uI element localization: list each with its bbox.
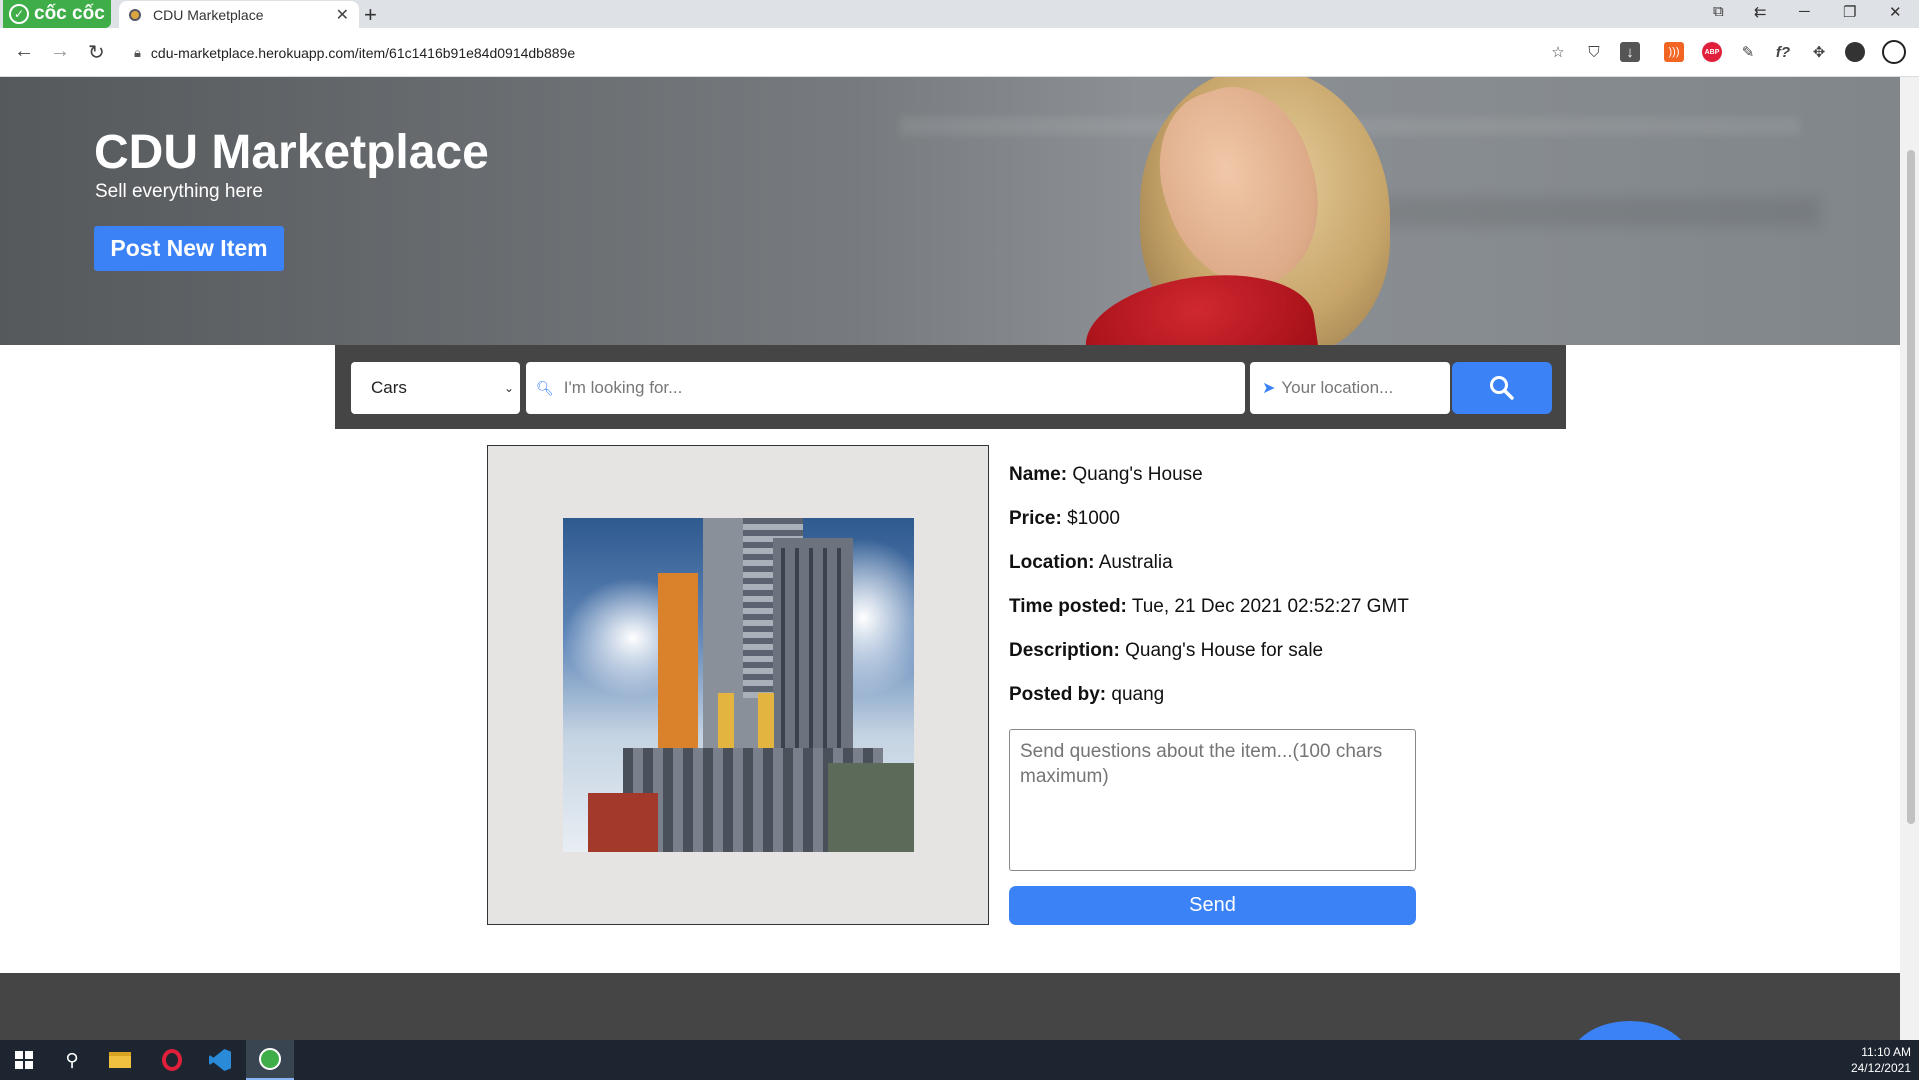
tab-title: CDU Marketplace [153,6,264,23]
location-arrow-icon: ➤ [1262,380,1276,397]
item-details: Name: Quang's House Price: $1000 Locatio… [1009,464,1429,728]
browser-toolbar: ← → ↻ 🔒︎ cdu-marketplace.herokuapp.com/i… [0,28,1919,77]
item-price-value: $1000 [1067,508,1120,529]
location-input-placeholder: Your location... [1281,378,1394,397]
item-price-row: Price: $1000 [1009,508,1429,552]
item-posted-by-label: Posted by: [1009,684,1107,705]
search-input[interactable]: 🔍︎ I'm looking for... [526,362,1245,414]
search-bar: Cars ⌄ 🔍︎ I'm looking for... ➤ Your loca… [335,345,1566,429]
item-location-value: Australia [1098,552,1173,573]
windows-start-icon[interactable] [0,1040,48,1080]
post-new-item-button[interactable]: Post New Item [94,226,284,271]
clock-date: 24/12/2021 [1850,1061,1911,1075]
back-history-icon[interactable]: ⇇ [1754,3,1767,21]
question-textarea[interactable] [1009,729,1416,871]
search-icon: 🔍︎ [536,379,554,396]
category-selected-value: Cars [371,378,407,397]
menu-circle-icon[interactable] [1882,40,1906,64]
extensions-puzzle-icon[interactable]: ✥ [1809,42,1829,62]
adblock-icon[interactable]: ABP [1702,42,1722,62]
item-description-value: Quang's House for sale [1125,640,1324,661]
formula-icon[interactable]: f? [1773,42,1793,62]
back-arrow-icon[interactable]: ← [14,40,34,63]
system-clock[interactable]: 11:10 AM 24/12/2021 [1851,1044,1911,1076]
scrollbar-thumb[interactable] [1907,150,1915,824]
address-url: cdu-marketplace.herokuapp.com/item/61c14… [150,45,576,61]
item-time-row: Time posted: Tue, 21 Dec 2021 02:52:27 G… [1009,596,1429,640]
rss-icon[interactable]: ))) [1664,42,1684,62]
coccoc-browser-taskbar-icon[interactable] [246,1040,294,1080]
page-footer [0,973,1900,1040]
browser-tab-strip: ✓ cốc cốc CDU Marketplace ✕ + ⧉ ⇇ ─ ❐ ✕ [0,0,1919,28]
taskbar-search-icon[interactable]: ⚲ [48,1040,96,1080]
item-time-value: Tue, 21 Dec 2021 02:52:27 GMT [1131,596,1409,617]
item-location-label: Location: [1009,552,1095,573]
minimize-icon[interactable]: ─ [1799,3,1810,20]
profile-avatar-icon[interactable] [1845,42,1865,62]
search-icon [1490,376,1514,400]
item-time-label: Time posted: [1009,596,1127,617]
item-description-row: Description: Quang's House for sale [1009,640,1429,684]
browser-brand-button[interactable]: ✓ cốc cốc [3,0,111,28]
hero-banner: CDU Marketplace Sell everything here Pos… [0,77,1900,345]
search-input-placeholder: I'm looking for... [563,378,683,397]
page-title: CDU Marketplace [94,126,489,179]
opera-browser-icon[interactable] [148,1040,196,1080]
item-name-label: Name: [1009,464,1068,485]
pen-icon[interactable]: ✎ [1738,42,1758,62]
bookmark-star-icon[interactable]: ☆ [1548,42,1568,62]
location-input[interactable]: ➤ Your location... [1250,362,1450,414]
item-description-label: Description: [1009,640,1120,661]
restore-icon[interactable]: ❐ [1843,3,1856,21]
hero-portrait-image [1070,77,1400,345]
new-tab-button[interactable]: + [364,2,377,28]
page-subtitle: Sell everything here [95,181,263,202]
site-favicon-icon [129,8,141,21]
address-bar[interactable]: 🔒︎ cdu-marketplace.herokuapp.com/item/61… [124,36,1574,70]
window-close-icon[interactable]: ✕ [1889,3,1902,21]
item-name-value: Quang's House [1072,464,1203,485]
chevron-down-icon: ⌄ [503,381,514,395]
clock-time: 11:10 AM [1861,1045,1911,1059]
browser-brand-label: cốc cốc [34,3,105,24]
vscode-icon[interactable] [196,1040,244,1080]
tab-close-icon[interactable]: ✕ [336,5,349,25]
file-explorer-icon[interactable] [96,1040,144,1080]
item-price-label: Price: [1009,508,1062,529]
item-photo [563,518,914,852]
floating-action-button[interactable] [1570,1021,1690,1040]
download-icon[interactable]: ↓ [1620,42,1640,62]
category-select[interactable]: Cars ⌄ [351,362,520,414]
browser-tab-active[interactable]: CDU Marketplace ✕ [119,1,359,28]
item-posted-by-row: Posted by: quang [1009,684,1429,728]
windows-taskbar: ⚲ 11:10 AM 24/12/2021 [0,1040,1919,1080]
lock-icon: 🔒︎ [134,45,141,60]
coccoc-logo-icon: ✓ [9,4,29,24]
shield-icon[interactable]: ⛉ [1584,42,1604,62]
tab-search-icon[interactable]: ⧉ [1713,3,1724,20]
send-button[interactable]: Send [1009,886,1416,925]
forward-arrow-icon[interactable]: → [50,40,70,63]
search-submit-button[interactable] [1452,362,1552,414]
item-name-row: Name: Quang's House [1009,464,1429,508]
item-image-frame [487,445,989,925]
item-posted-by-value: quang [1111,684,1165,705]
reload-icon[interactable]: ↻ [88,40,105,65]
item-location-row: Location: Australia [1009,552,1429,596]
